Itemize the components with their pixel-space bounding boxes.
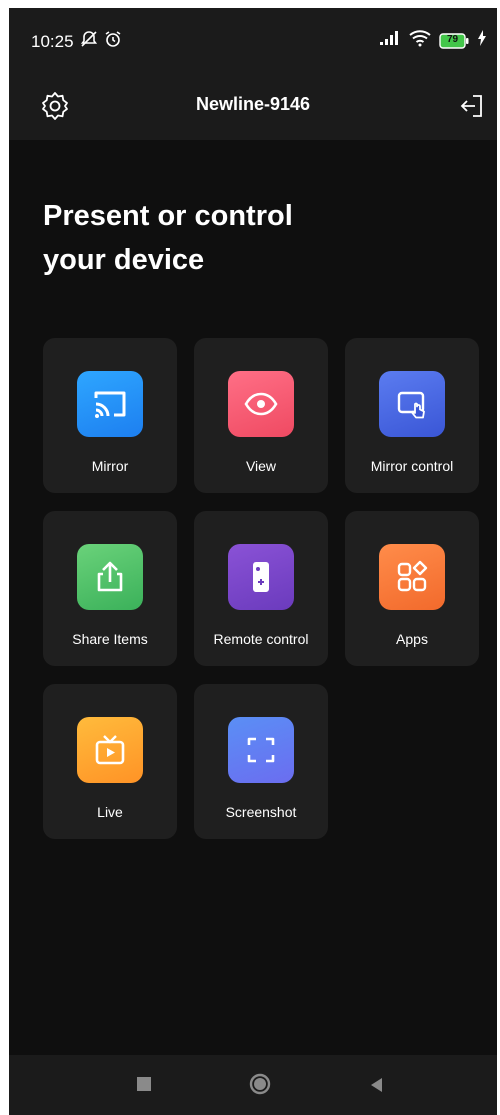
status-right: 79 xyxy=(379,29,487,52)
share-upload-icon xyxy=(77,544,143,610)
battery-icon: 79 xyxy=(439,32,469,49)
tile-screenshot[interactable]: Screenshot xyxy=(194,684,328,839)
tile-share-items[interactable]: Share Items xyxy=(43,511,177,666)
status-left: 10:25 xyxy=(31,30,122,53)
cast-icon xyxy=(77,371,143,437)
phone-screen: 10:25 79 Newline-9146 Present or control… xyxy=(9,8,497,1115)
feature-grid: Mirror View Mirror control Share Items R… xyxy=(43,338,479,839)
tile-label-apps: Apps xyxy=(396,631,428,647)
app-bar: Newline-9146 xyxy=(9,72,497,140)
screenshot-frame-icon xyxy=(228,717,294,783)
triangle-back-icon[interactable] xyxy=(369,1077,383,1098)
headline-line-2: your device xyxy=(43,244,205,276)
system-nav-bar xyxy=(9,1055,497,1115)
headline-line-1: Present or control xyxy=(43,200,293,232)
remote-icon xyxy=(228,544,294,610)
tile-label-mirror-control: Mirror control xyxy=(370,458,454,474)
page-headline: Present or control your device xyxy=(43,194,293,282)
alarm-icon xyxy=(104,30,122,53)
charging-icon xyxy=(477,30,487,51)
exit-icon[interactable] xyxy=(459,92,487,120)
tv-play-icon xyxy=(77,717,143,783)
tile-view[interactable]: View xyxy=(194,338,328,493)
apps-icon xyxy=(379,544,445,610)
tile-label-screenshot: Screenshot xyxy=(225,804,297,820)
battery-level-text: 79 xyxy=(446,33,459,45)
square-icon[interactable] xyxy=(137,1077,151,1091)
signal-icon xyxy=(379,30,401,51)
circle-icon[interactable] xyxy=(249,1073,271,1100)
tile-mirror[interactable]: Mirror xyxy=(43,338,177,493)
tile-mirror-control[interactable]: Mirror control xyxy=(345,338,479,493)
tile-label-view: View xyxy=(245,458,277,474)
eye-icon xyxy=(228,371,294,437)
wifi-icon xyxy=(409,29,431,52)
tile-label-live: Live xyxy=(97,804,123,820)
tile-label-mirror: Mirror xyxy=(91,458,129,474)
device-title: Newline-9146 xyxy=(195,94,311,114)
tile-apps[interactable]: Apps xyxy=(345,511,479,666)
tile-live[interactable]: Live xyxy=(43,684,177,839)
screen-touch-icon xyxy=(379,371,445,437)
tile-label-remote-control: Remote control xyxy=(213,631,309,647)
tile-remote-control[interactable]: Remote control xyxy=(194,511,328,666)
tile-label-share-items: Share Items xyxy=(72,631,148,647)
notifications-off-icon xyxy=(80,30,98,53)
status-time: 10:25 xyxy=(31,31,74,51)
status-bar: 10:25 79 xyxy=(9,8,497,72)
